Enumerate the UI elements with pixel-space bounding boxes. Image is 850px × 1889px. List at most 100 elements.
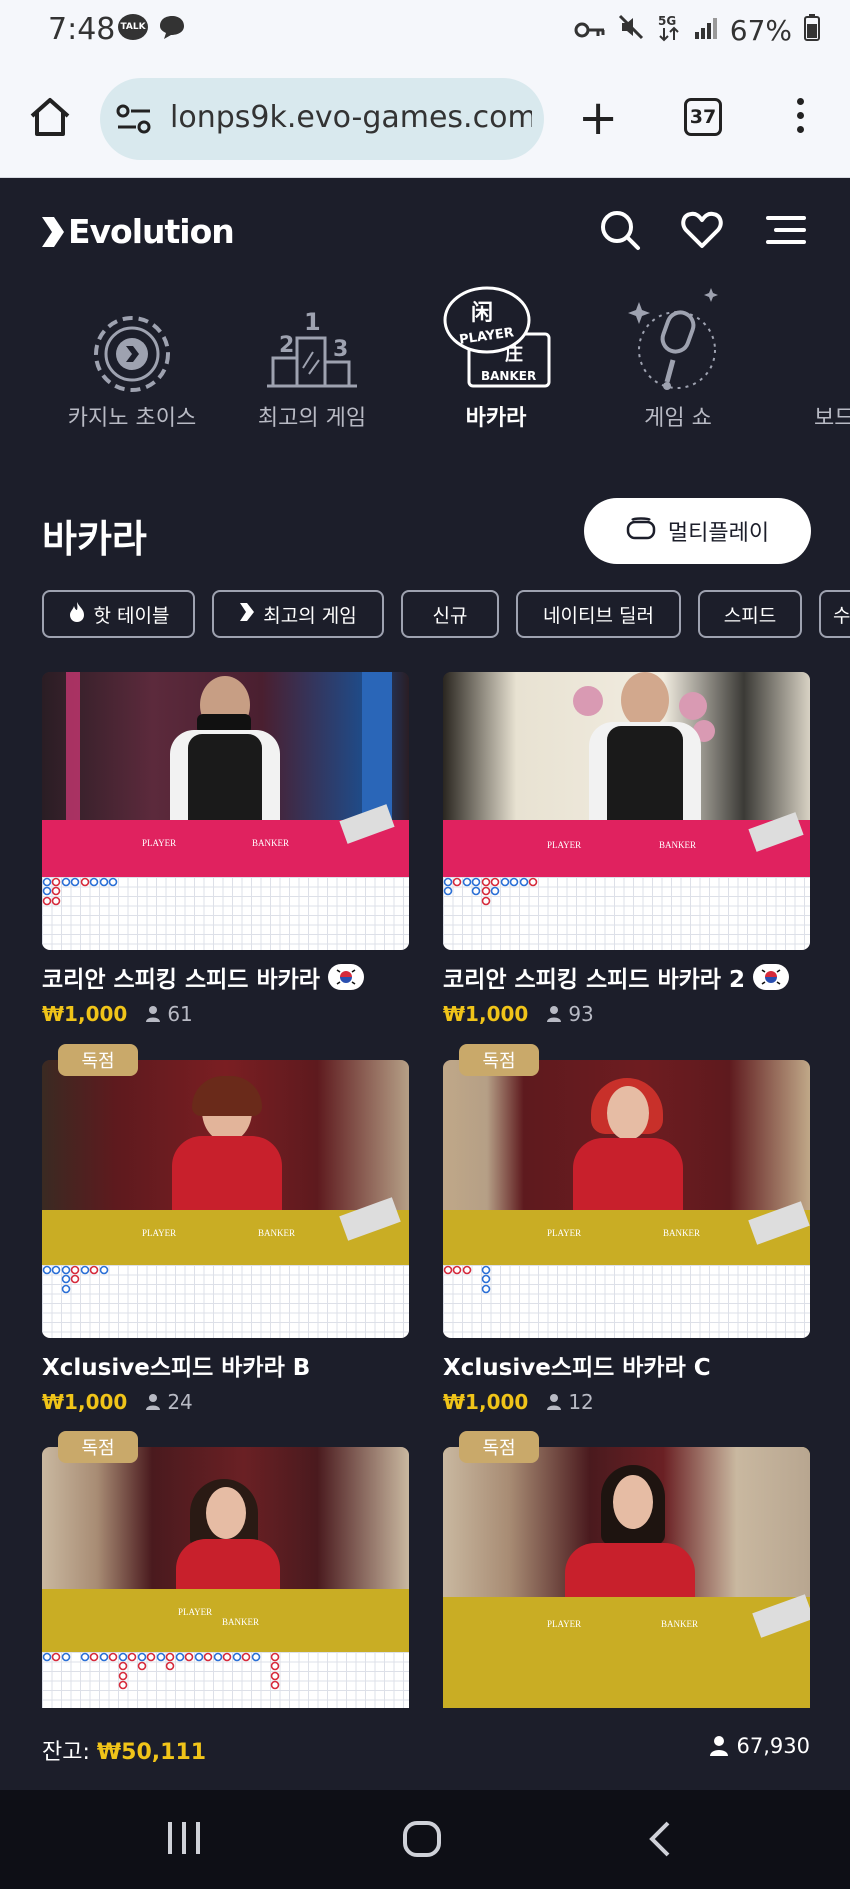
game-card[interactable]: 독점 PLAYER BANKER Xclusive스피드 바카라 B ₩1,00… [42,1044,409,1414]
multiplay-button[interactable]: 멀티플레이 [584,498,811,564]
address-bar[interactable]: lonps9k.evo-games.com [100,78,544,160]
search-icon[interactable] [598,208,642,252]
person-icon [547,1006,562,1022]
game-thumbnail[interactable]: PLAYER BANKER [443,672,810,950]
status-time: 7:48 [48,12,116,47]
felt-banker-text: BANKER [659,840,697,850]
person-icon [547,1394,562,1410]
favorites-heart-icon[interactable] [680,208,724,252]
game-meta: ₩1,000 93 [443,1002,810,1026]
balance-label: 잔고: [42,1740,90,1765]
baccarat-icon-player-glyph: 闲 [471,301,493,326]
felt-banker-text: BANKER [258,1228,296,1238]
felt-player-text: PLAYER [547,1228,582,1238]
recent-apps-icon[interactable] [164,1820,204,1860]
min-bet: ₩1,000 [443,1390,529,1414]
flame-icon [68,601,86,628]
category-top-games[interactable]: 12 3 최고의 게임 [222,282,402,432]
filter-speed[interactable]: 스피드 [698,590,802,638]
casino-chip-icon [77,282,187,392]
page-title: 바카라 [42,517,147,561]
baccarat-roadmap [443,1265,810,1338]
url-text: lonps9k.evo-games.com [170,100,532,135]
online-players: 67,930 [709,1734,810,1758]
chip-label: 스피드 [723,604,777,627]
min-bet: ₩1,000 [42,1002,128,1026]
game-title: Xclusive스피드 바카라 B [42,1348,409,1382]
game-meta: ₩1,000 61 [42,1002,409,1026]
filter-new[interactable]: 신규 [401,590,499,638]
category-casino-choice[interactable]: 카지노 초이스 [42,282,222,432]
game-card[interactable]: 독점 PLAYER BANKER [443,1431,810,1708]
game-card[interactable]: 독점 PLAYER BANKER [42,1431,409,1708]
person-icon [709,1736,728,1756]
felt-player-text: PLAYER [142,1228,177,1238]
balance-value: ₩50,111 [96,1740,207,1765]
back-icon[interactable] [646,1820,676,1862]
filter-top-games[interactable]: 최고의 게임 [212,590,384,638]
filter-chips: 핫 테이블 최고의 게임 신규 네이티브 딜러 스피드 수 [42,590,850,638]
min-bet: ₩1,000 [42,1390,128,1414]
game-thumbnail[interactable]: PLAYER BANKER [42,1060,409,1338]
podium-icon: 12 3 [257,282,367,392]
felt-player-text: PLAYER [547,1619,582,1629]
evolution-logo[interactable]: Evolution [40,212,235,251]
category-board[interactable]: 보드 [770,282,850,432]
exclusive-badge: 독점 [459,1044,539,1076]
person-icon [146,1394,161,1410]
player-count-value: 24 [167,1390,193,1414]
felt-player-text: PLAYER [547,840,582,850]
signal-icon [694,14,718,47]
dice-icon [805,282,850,392]
game-name: Xclusive스피드 바카라 B [42,1355,311,1381]
tab-switcher-button[interactable]: 37 [684,98,722,136]
player-count: 93 [546,1002,594,1026]
felt-player-text: PLAYER [142,838,177,848]
home-icon[interactable] [28,96,72,142]
game-thumbnail[interactable]: PLAYER BANKER [42,672,409,950]
game-title: Xclusive스피드 바카라 C [443,1348,810,1382]
game-thumbnail[interactable]: PLAYER BANKER [42,1447,409,1708]
category-game-shows[interactable]: 게임 쇼 [588,282,768,432]
site-settings-icon[interactable] [114,102,154,140]
game-card[interactable]: PLAYER BANKER 코리안 스피킹 스피드 바카라 ₩1,000 61 [42,672,409,1026]
game-meta: ₩1,000 12 [443,1390,810,1414]
game-thumbnail[interactable]: PLAYER BANKER [443,1060,810,1338]
battery-icon [804,13,820,48]
felt-banker-text: BANKER [663,1228,701,1238]
baccarat-icon-banker: BANKER [481,369,536,383]
felt-player-text: PLAYER [178,1607,213,1617]
filter-hot-tables[interactable]: 핫 테이블 [42,590,195,638]
kakaotalk-icon: TALK [118,14,148,40]
home-button-icon[interactable] [402,1820,442,1862]
game-title: 코리안 스피킹 스피드 바카라 [42,960,409,994]
game-card[interactable]: PLAYER BANKER 코리안 스피킹 스피드 바카라 2 ₩1,000 9… [443,672,810,1026]
svg-text:1: 1 [304,308,321,336]
new-tab-button[interactable]: + [578,94,618,142]
game-thumbnail[interactable]: PLAYER BANKER [443,1447,810,1708]
menu-icon[interactable] [764,208,808,252]
category-baccarat[interactable]: 庄 BANKER 闲 PLAYER 바카라 [406,282,586,432]
system-nav-bar [0,1790,850,1889]
chat-bubble-icon [156,14,186,44]
status-bar: 7:48 TALK 5G 67% [0,0,850,60]
browser-menu-icon[interactable] [794,98,806,138]
player-count: 12 [546,1390,594,1414]
notification-icons: TALK [118,14,186,44]
filter-more[interactable]: 수 [819,590,850,638]
svg-text:2: 2 [279,333,294,358]
game-card[interactable]: 독점 PLAYER BANKER Xclusive스피드 바카라 C ₩1,00… [443,1044,810,1414]
game-meta: ₩1,000 24 [42,1390,409,1414]
filter-native-dealer[interactable]: 네이티브 딜러 [516,590,681,638]
microphone-icon [623,282,733,392]
game-title: 코리안 스피킹 스피드 바카라 2 [443,960,810,994]
category-label: 보드 [814,406,850,431]
dealer-video: PLAYER BANKER [42,1447,409,1652]
balance-footer: 잔고: ₩50,111 67,930 [0,1708,850,1790]
dealer-video: PLAYER BANKER [42,1060,409,1265]
dealer-video: PLAYER BANKER [443,672,810,877]
battery-text: 67% [729,14,792,47]
felt-banker-text: BANKER [661,1619,699,1629]
player-count: 61 [145,1002,193,1026]
page: 7:48 TALK 5G 67% lonps9k.evo-games.com +… [0,0,850,1889]
